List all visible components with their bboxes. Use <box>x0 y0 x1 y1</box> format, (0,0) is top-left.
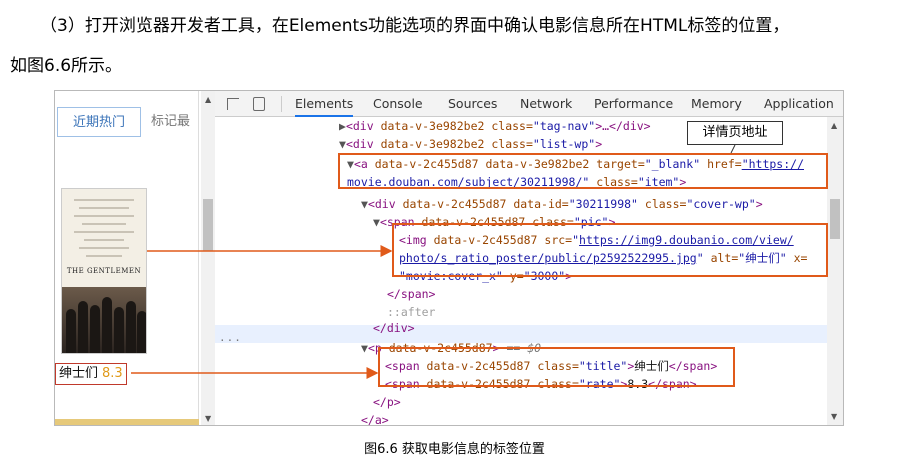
tab-console[interactable]: Console <box>373 91 423 117</box>
dom-line-div-close[interactable]: </div> <box>373 319 415 337</box>
figure-caption: 图6.6 获取电影信息的标签位置 <box>364 442 545 457</box>
paragraph-step-3: （3）打开浏览器开发者工具，在Elements功能选项的界面中确认电影信息所在H… <box>40 16 790 36</box>
poster-credit-line <box>74 215 134 217</box>
dom-line-p-close[interactable]: </p> <box>373 393 401 411</box>
page-scrollbar[interactable]: ▲ ▼ <box>201 91 215 425</box>
poster-title: THE GENTLEMEN <box>66 267 142 275</box>
douban-page-panel: 近期热门 标记最 THE GENTLEMEN 绅士们 8.3 <box>55 91 199 425</box>
tab-sources[interactable]: Sources <box>448 91 497 117</box>
scroll-up-icon[interactable]: ▲ <box>205 95 211 104</box>
tab-performance[interactable]: Performance <box>594 91 673 117</box>
cast-figure <box>102 297 112 353</box>
tab-network[interactable]: Network <box>520 91 572 117</box>
highlight-box-title-rate <box>378 347 735 387</box>
devtools-scroll-thumb[interactable] <box>830 199 840 239</box>
paragraph-figure-ref: 如图6.6所示。 <box>10 56 123 76</box>
callout-detail-url: 详情页地址 <box>687 121 783 145</box>
movie-poster[interactable]: THE GENTLEMEN <box>61 188 147 354</box>
inspect-element-icon[interactable] <box>227 98 239 110</box>
dom-line-span-close[interactable]: </span> <box>387 285 435 303</box>
movie-rating: 8.3 <box>102 366 123 381</box>
dom-line-list-wp[interactable]: ▼<div data-v-3e982be2 class="list-wp"> <box>339 135 602 153</box>
toolbar-divider <box>281 96 282 112</box>
cast-figure <box>137 311 146 353</box>
movie-title: 绅士们 <box>59 366 99 381</box>
tab-recent-hot[interactable]: 近期热门 <box>57 107 141 137</box>
cast-figure <box>90 305 100 353</box>
poster-cast-photo <box>62 287 146 353</box>
tab-application[interactable]: Application <box>764 91 834 117</box>
poster-credit-line <box>74 199 134 201</box>
highlight-box-img <box>392 223 828 277</box>
device-toolbar-icon[interactable] <box>253 97 265 111</box>
poster-credit-line <box>86 255 122 257</box>
tab-memory[interactable]: Memory <box>691 91 742 117</box>
poster-credit-line <box>79 207 129 209</box>
tab-elements[interactable]: Elements <box>295 91 354 117</box>
movie-title-rating[interactable]: 绅士们 8.3 <box>55 363 127 385</box>
poster-credit-line <box>79 247 129 249</box>
scroll-down-icon[interactable]: ▼ <box>831 412 837 421</box>
scroll-down-icon[interactable]: ▼ <box>205 414 211 423</box>
devtools-toolbar: Elements Console Sources Network Perform… <box>215 91 843 117</box>
poster-credit-line <box>74 231 134 233</box>
browser-screenshot: 近期热门 标记最 THE GENTLEMEN 绅士们 8.3 ▲ ▼ Eleme… <box>54 90 844 426</box>
cast-figure <box>66 309 76 353</box>
cast-figure <box>114 307 124 353</box>
highlight-box-anchor <box>338 153 828 189</box>
cast-figure <box>78 301 88 353</box>
dom-line-cover-wp[interactable]: ▼<div data-v-2c455d87 data-id="30211998"… <box>361 195 763 213</box>
page-scroll-thumb[interactable] <box>203 199 213 251</box>
node-actions-icon[interactable]: ... <box>219 331 242 344</box>
devtools-scrollbar[interactable]: ▲ ▼ <box>827 117 843 425</box>
poster-credit-line <box>82 223 126 225</box>
scroll-up-icon[interactable]: ▲ <box>831 121 837 130</box>
dom-line-a-close[interactable]: </a> <box>361 411 389 425</box>
page-bottom-strip <box>55 419 199 425</box>
poster-credit-line <box>84 239 124 241</box>
dom-line-tag-nav[interactable]: ▶<div data-v-3e982be2 class="tag-nav">…<… <box>339 117 651 135</box>
cast-figure <box>126 301 136 353</box>
